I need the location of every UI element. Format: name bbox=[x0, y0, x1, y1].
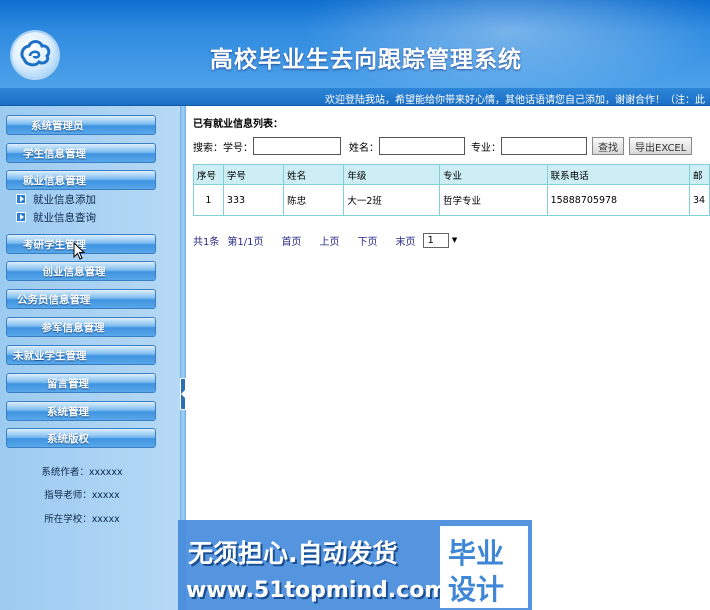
page-select[interactable]: 1 ▼ bbox=[423, 232, 457, 248]
col-header-major[interactable]: 专业 bbox=[439, 164, 548, 185]
sidebar-item-label: 就业信息管理 bbox=[23, 174, 86, 187]
cell-grade: 大一2班 bbox=[343, 184, 441, 216]
sidebar-item-label: 系统管理 bbox=[47, 405, 89, 418]
sidebar-item-label: 系统版权 bbox=[47, 432, 89, 445]
sidebar-item-label: 系统管理员 bbox=[31, 119, 84, 132]
author-info: 系统作者：xxxxxx bbox=[41, 467, 123, 478]
col-header-phone[interactable]: 联系电话 bbox=[546, 164, 690, 185]
sidebar-item-label: 创业信息管理 bbox=[42, 265, 106, 278]
cell-phone: 15888705978 bbox=[546, 184, 690, 216]
cell-student-no: 333 bbox=[222, 184, 285, 216]
student-no-input[interactable] bbox=[253, 137, 341, 155]
search-bar: 搜索： 学号： 姓名： 专业： 查找 导出EXCEL bbox=[193, 137, 693, 155]
pager-last-link[interactable]: 末页 bbox=[395, 233, 415, 248]
cell-index: 1 bbox=[193, 184, 224, 216]
col-header-email[interactable]: 邮 bbox=[688, 164, 710, 185]
sidebar-item-label: 留言管理 bbox=[47, 377, 89, 390]
col-header-index[interactable]: 序号 bbox=[193, 164, 224, 185]
major-input[interactable] bbox=[501, 137, 587, 155]
col-header-student-no[interactable]: 学号 bbox=[222, 164, 285, 185]
col-header-name[interactable]: 姓名 bbox=[283, 164, 345, 185]
chevron-down-icon: ▼ bbox=[451, 236, 458, 244]
pager-total: 共1条 bbox=[193, 236, 220, 248]
watermark-banner: 无须担心.自动发货 www.51topmind.com 毕业 设计 bbox=[178, 520, 532, 610]
employment-table: 序号 学号 姓名 年级 专业 联系电话 邮 1 333 陈忠 大一2班 哲学专业… bbox=[193, 164, 710, 216]
marquee-text: 欢迎登陆我站，希望能给你带来好心情，其他话语请您自己添加，谢谢合作！（注：此 bbox=[325, 95, 705, 106]
sidebar-item-civil-servant[interactable]: 公务员信息管理 bbox=[6, 289, 156, 309]
watermark-tag: 毕业 设计 bbox=[440, 526, 528, 608]
app-header: 高校毕业生去向跟踪管理系统 bbox=[0, 0, 710, 88]
sidebar-item-employment-info[interactable]: 就业信息管理 bbox=[6, 170, 156, 190]
subitem-label: 就业信息添加 bbox=[33, 193, 96, 206]
sidebar-item-unemployed[interactable]: 未就业学生管理 bbox=[6, 345, 156, 365]
pager-page: 第1/1页 bbox=[227, 236, 264, 248]
sidebar-item-system[interactable]: 系统管理 bbox=[6, 401, 156, 421]
sidebar-item-copyright[interactable]: 系统版权 bbox=[6, 428, 156, 448]
sidebar-item-startup[interactable]: 创业信息管理 bbox=[6, 261, 156, 281]
major-label: 专业： bbox=[471, 142, 501, 154]
search-button[interactable]: 查找 bbox=[592, 137, 624, 155]
name-label: 姓名： bbox=[349, 142, 379, 154]
watermark-slogan: 无须担心.自动发货 bbox=[188, 539, 398, 568]
table-row[interactable]: 1 333 陈忠 大一2班 哲学专业 15888705978 34 bbox=[193, 184, 710, 216]
cell-email: 34 bbox=[688, 184, 710, 216]
arrow-right-icon bbox=[16, 194, 26, 204]
name-input[interactable] bbox=[379, 137, 465, 155]
logo-icon bbox=[12, 32, 58, 78]
export-excel-button[interactable]: 导出EXCEL bbox=[629, 137, 693, 155]
sidebar-item-messages[interactable]: 留言管理 bbox=[6, 373, 156, 393]
cell-major: 哲学专业 bbox=[439, 184, 548, 216]
sidebar-item-label: 学生信息管理 bbox=[23, 147, 86, 160]
cell-name: 陈忠 bbox=[283, 184, 345, 216]
sidebar-item-military[interactable]: 参军信息管理 bbox=[6, 317, 156, 337]
watermark-tag-line2: 设计 bbox=[448, 573, 505, 606]
teacher-info: 指导老师：xxxxx bbox=[44, 490, 120, 501]
student-no-label: 学号： bbox=[223, 142, 253, 154]
sidebar-item-label: 未就业学生管理 bbox=[13, 349, 87, 362]
search-label: 搜索： bbox=[193, 142, 223, 154]
pager-prev-link[interactable]: 上页 bbox=[319, 233, 339, 248]
subitem-employment-query[interactable]: 就业信息查询 bbox=[16, 210, 96, 224]
system-title: 高校毕业生去向跟踪管理系统 bbox=[210, 46, 522, 73]
subitem-employment-add[interactable]: 就业信息添加 bbox=[16, 192, 96, 206]
marquee-banner: 欢迎登陆我站，希望能给你带来好心情，其他话语请您自己添加，谢谢合作！（注：此 bbox=[0, 88, 710, 106]
sidebar-item-student-info[interactable]: 学生信息管理 bbox=[6, 143, 156, 163]
arrow-right-icon bbox=[16, 212, 26, 222]
watermark-tag-line1: 毕业 bbox=[448, 537, 505, 570]
pager-next-link[interactable]: 下页 bbox=[357, 233, 377, 248]
page-select-value: 1 bbox=[427, 234, 434, 246]
list-title: 已有就业信息列表： bbox=[193, 119, 283, 130]
mouse-cursor-icon bbox=[73, 242, 85, 260]
school-info: 所在学校：xxxxx bbox=[44, 514, 120, 525]
pagination: 共1条 第1/1页 首页 上页 下页 末页 1 ▼ bbox=[193, 232, 457, 248]
sidebar-item-label: 参军信息管理 bbox=[41, 321, 105, 334]
pager-first-link[interactable]: 首页 bbox=[281, 233, 301, 248]
table-header-row: 序号 学号 姓名 年级 专业 联系电话 邮 bbox=[193, 164, 710, 185]
sidebar-item-label: 公务员信息管理 bbox=[17, 293, 91, 306]
sidebar-item-admin[interactable]: 系统管理员 bbox=[6, 115, 156, 135]
col-header-grade[interactable]: 年级 bbox=[343, 164, 441, 185]
subitem-label: 就业信息查询 bbox=[33, 211, 96, 224]
watermark-url: www.51topmind.com bbox=[186, 578, 448, 603]
